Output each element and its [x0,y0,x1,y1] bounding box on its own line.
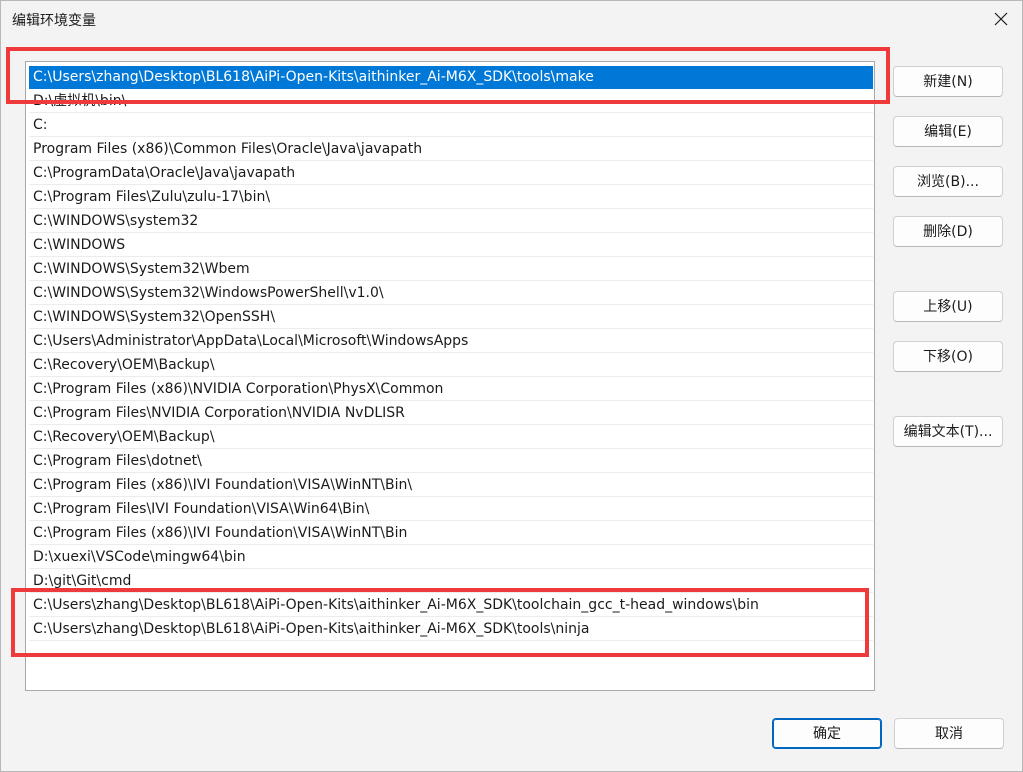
path-list-item[interactable]: C:\WINDOWS\System32\Wbem [29,258,873,281]
path-list-item[interactable]: C:\WINDOWS\system32 [29,210,873,233]
path-list-item[interactable]: D:\虚拟机\bin\ [29,90,873,113]
path-list-item[interactable]: C:\Program Files (x86)\IVI Foundation\VI… [29,474,873,497]
edit-button[interactable]: 编辑(E) [893,116,1003,147]
move-up-button[interactable]: 上移(U) [893,291,1003,322]
path-list-item[interactable]: C: [29,114,873,137]
title-bar: 编辑环境变量 [1,1,1022,37]
edit-env-variable-dialog: 编辑环境变量 C:\Users\zhang\Desktop\BL618\AiPi… [0,0,1023,772]
window-title: 编辑环境变量 [12,13,96,29]
cancel-button[interactable]: 取消 [894,718,1004,749]
path-list-item[interactable]: C:\Program Files\Zulu\zulu-17\bin\ [29,186,873,209]
path-list-item[interactable]: C:\Program Files\NVIDIA Corporation\NVID… [29,402,873,425]
path-list-item[interactable]: C:\WINDOWS\System32\WindowsPowerShell\v1… [29,282,873,305]
path-list-item[interactable]: C:\ProgramData\Oracle\Java\javapath [29,162,873,185]
path-list-item[interactable]: C:\WINDOWS [29,234,873,257]
new-button[interactable]: 新建(N) [893,66,1003,97]
path-list-item[interactable]: C:\Users\Administrator\AppData\Local\Mic… [29,330,873,353]
path-list-item[interactable]: C:\Users\zhang\Desktop\BL618\AiPi-Open-K… [29,618,873,641]
path-list[interactable]: C:\Users\zhang\Desktop\BL618\AiPi-Open-K… [25,61,875,691]
path-list-item[interactable]: C:\Recovery\OEM\Backup\ [29,426,873,449]
delete-button[interactable]: 删除(D) [893,216,1003,247]
path-list-item[interactable]: C:\Program Files (x86)\NVIDIA Corporatio… [29,378,873,401]
path-list-item[interactable]: D:\git\Git\cmd [29,570,873,593]
path-list-item[interactable]: C:\Program Files\IVI Foundation\VISA\Win… [29,498,873,521]
path-list-item[interactable]: C:\Program Files (x86)\IVI Foundation\VI… [29,522,873,545]
path-list-item[interactable]: C:\Users\zhang\Desktop\BL618\AiPi-Open-K… [29,66,873,89]
close-icon [994,12,1008,26]
path-list-item[interactable]: Program Files (x86)\Common Files\Oracle\… [29,138,873,161]
ok-button[interactable]: 确定 [772,718,882,749]
edit-text-button[interactable]: 编辑文本(T)... [893,416,1003,447]
browse-button[interactable]: 浏览(B)... [893,166,1003,197]
path-list-item[interactable]: C:\Recovery\OEM\Backup\ [29,354,873,377]
path-list-item[interactable]: C:\Users\zhang\Desktop\BL618\AiPi-Open-K… [29,594,873,617]
path-list-item[interactable]: C:\Program Files\dotnet\ [29,450,873,473]
path-list-item[interactable]: D:\xuexi\VSCode\mingw64\bin [29,546,873,569]
close-button[interactable] [986,5,1016,33]
move-down-button[interactable]: 下移(O) [893,341,1003,372]
path-list-item[interactable]: C:\WINDOWS\System32\OpenSSH\ [29,306,873,329]
